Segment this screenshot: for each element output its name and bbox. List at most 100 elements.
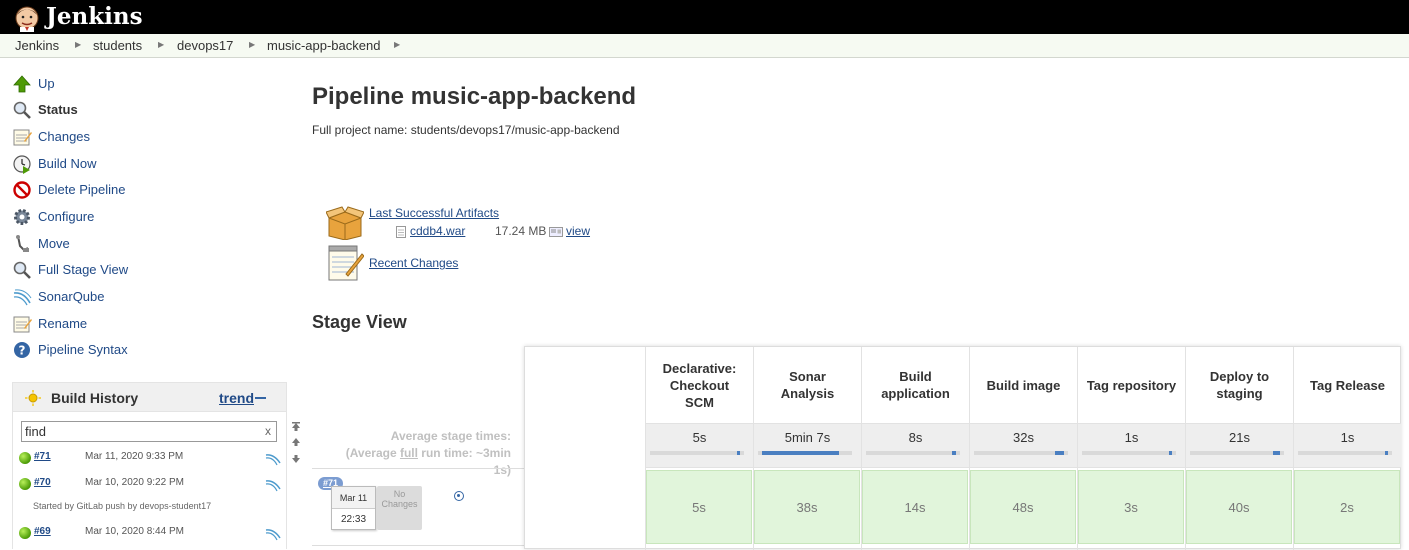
stage-run-time: 3s: [1124, 500, 1138, 515]
trend-link[interactable]: trend: [219, 390, 254, 406]
avg-full: full: [399, 446, 418, 460]
stage-run-time: 14s: [904, 500, 926, 515]
notepad-icon: [328, 245, 364, 281]
task-label: Delete Pipeline: [38, 182, 126, 197]
stage-cell-success[interactable]: 3s: [1078, 470, 1184, 544]
breadcrumb-music-app-backend[interactable]: music-app-backend: [267, 38, 380, 53]
artifact-file-size: 17.24 MB: [495, 224, 547, 238]
stage-progress-bar: [1082, 451, 1176, 455]
clear-search-icon[interactable]: x: [265, 424, 271, 438]
stage-column: Declarative: Checkout SCM 5s 5s: [645, 347, 753, 550]
no-entry-icon: [13, 181, 31, 199]
task-label: SonarQube: [38, 289, 105, 304]
stage-run-time: 5s: [692, 500, 706, 515]
sonarqube-icon: [13, 289, 32, 306]
stage-average: 5s: [646, 423, 753, 468]
svg-text:?: ?: [19, 344, 26, 358]
build-history-body: x #71 Mar 11, 2020 9:33 PM #70 Mar 10, 2…: [12, 412, 287, 549]
sonarqube-icon[interactable]: [265, 476, 281, 492]
help-icon: ?: [14, 342, 30, 358]
jenkins-logo-text[interactable]: Jenkins: [46, 3, 143, 30]
jenkins-logo-icon[interactable]: [12, 2, 42, 32]
sonarqube-icon[interactable]: [265, 450, 281, 466]
top-bar: Jenkins: [0, 0, 1409, 34]
build-number-link[interactable]: #69: [34, 526, 51, 537]
stage-cell-success[interactable]: 38s: [754, 470, 860, 544]
build-row[interactable]: #69 Mar 10, 2020 8:44 PM: [13, 523, 288, 545]
artifact-view-link[interactable]: view: [566, 224, 590, 238]
build-search-input[interactable]: [25, 424, 255, 439]
stage-view-title: Stage View: [312, 312, 407, 332]
breadcrumb-devops17[interactable]: devops17: [177, 38, 233, 53]
chevron-right-icon[interactable]: ▶: [394, 40, 400, 49]
build-date[interactable]: Mar 10, 2020 9:22 PM: [85, 477, 184, 488]
run-date-box: Mar 11 22:33: [331, 486, 376, 530]
trend-icon[interactable]: [255, 396, 266, 400]
chevron-right-icon[interactable]: ▶: [249, 40, 255, 49]
avg-line2-post: run time: ~3min: [417, 446, 511, 460]
breadcrumb-jenkins[interactable]: Jenkins: [15, 38, 59, 53]
sonarqube-icon[interactable]: [265, 525, 281, 541]
stage-progress-bar: [974, 451, 1068, 455]
stage-average: 1s: [1294, 423, 1401, 468]
stage-average: 5min 7s: [754, 423, 861, 468]
stage-header: Declarative: Checkout SCM: [662, 360, 737, 410]
chevron-right-icon[interactable]: ▶: [75, 40, 81, 49]
last-successful-artifacts-link[interactable]: Last Successful Artifacts: [369, 206, 499, 220]
breadcrumb-students[interactable]: students: [93, 38, 142, 53]
task-label: Up: [38, 76, 55, 91]
build-date[interactable]: Mar 10, 2020 8:44 PM: [85, 526, 184, 537]
stage-average-time: 1s: [1340, 430, 1355, 445]
recent-changes-link[interactable]: Recent Changes: [369, 256, 458, 270]
stage-cell-success[interactable]: 5s: [646, 470, 752, 544]
stage-progress-fill: [737, 451, 740, 455]
stage-header: Sonar Analysis: [780, 369, 835, 401]
stage-run-time: 40s: [1228, 500, 1250, 515]
stage-cell-success[interactable]: 40s: [1186, 470, 1292, 544]
stage-average: 32s: [970, 423, 1077, 468]
fingerprint-icon[interactable]: [549, 227, 563, 237]
move-icon: [16, 235, 29, 252]
stage-header: Build image: [986, 377, 1061, 393]
stage-progress-bar: [1190, 451, 1284, 455]
stage-average-time: 32s: [1013, 430, 1034, 445]
stage-average-time: 5s: [692, 430, 707, 445]
run-time: 22:33: [340, 514, 367, 525]
stage-run-time: 48s: [1012, 500, 1034, 515]
package-icon: [326, 206, 364, 240]
build-date[interactable]: Mar 11, 2020 9:33 PM: [85, 451, 183, 462]
stage-header: Deploy to staging: [1209, 369, 1270, 401]
stage-column: Deploy to staging 21s 40s: [1185, 347, 1293, 550]
build-search-field[interactable]: x: [21, 421, 277, 442]
artifact-file-link[interactable]: cddb4.war: [410, 224, 465, 238]
stage-cell-success[interactable]: 14s: [862, 470, 968, 544]
build-row[interactable]: #71 Mar 11, 2020 9:33 PM: [13, 448, 288, 470]
stage-progress-bar: [758, 451, 852, 455]
gear-icon: [14, 209, 30, 225]
build-row[interactable]: #70 Mar 10, 2020 9:22 PM: [13, 474, 288, 496]
build-number-link[interactable]: #71: [34, 451, 51, 462]
task-label: Rename: [38, 316, 88, 331]
stage-average-time: 1s: [1124, 430, 1139, 445]
avg-line1: Average stage times:: [390, 429, 511, 443]
stage-header: Build application: [881, 369, 950, 401]
scroll-arrows[interactable]: [289, 418, 303, 468]
run-date: Mar 11: [332, 487, 375, 509]
stage-cell-success[interactable]: 48s: [970, 470, 1076, 544]
stage-run-time: 38s: [796, 500, 818, 515]
success-ball-icon: [19, 452, 31, 464]
chevron-right-icon[interactable]: ▶: [158, 40, 164, 49]
task-label: Configure: [38, 209, 95, 224]
avg-line2: (Average full run time: ~3min: [312, 445, 511, 462]
up-arrow-icon: [13, 75, 31, 93]
stage-cell-success[interactable]: 2s: [1294, 470, 1400, 544]
success-ball-icon: [19, 527, 31, 539]
build-cause: Started by GitLab push by devops-student…: [33, 501, 212, 511]
stage-progress-fill: [1169, 451, 1172, 455]
build-history-header: Build History trend: [12, 382, 287, 412]
info-icon[interactable]: [454, 491, 464, 501]
build-number-link[interactable]: #70: [34, 477, 51, 488]
stage-header: Tag repository: [1086, 377, 1177, 393]
stage-table: Declarative: Checkout SCM 5s 5s Sonar Analy…: [524, 346, 1401, 550]
task-label: Build Now: [38, 156, 97, 171]
